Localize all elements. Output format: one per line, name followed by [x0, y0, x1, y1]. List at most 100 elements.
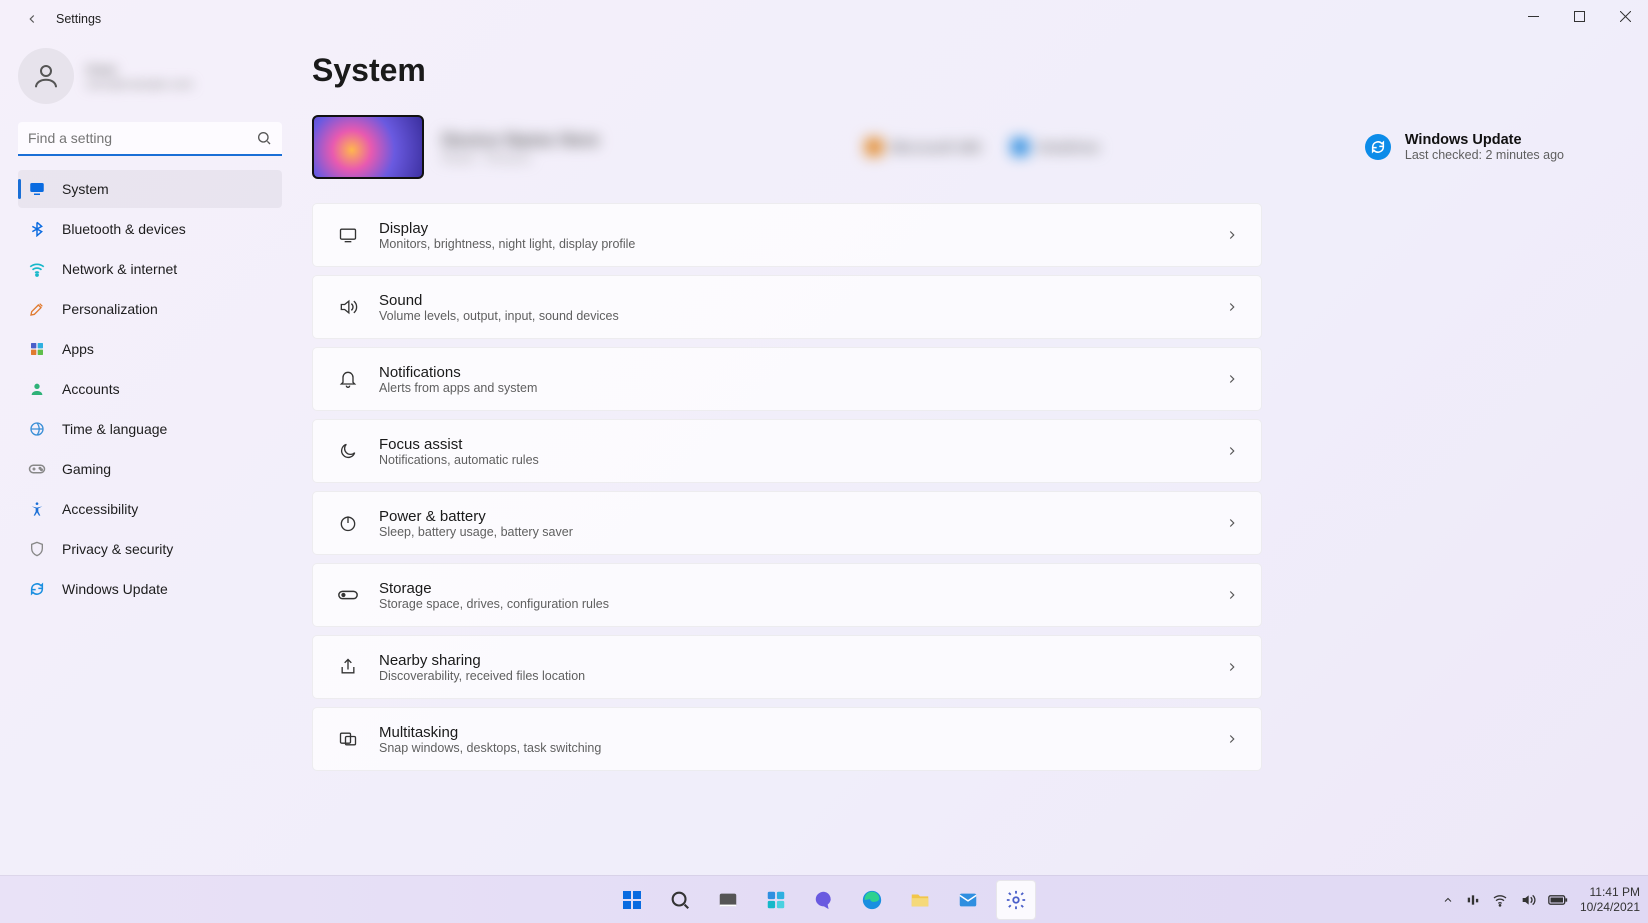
- multitask-icon: [331, 729, 365, 749]
- taskbar-taskview[interactable]: [708, 880, 748, 920]
- sidebar-item-bluetooth[interactable]: Bluetooth & devices: [18, 210, 282, 248]
- battery-icon[interactable]: [1548, 893, 1568, 907]
- setting-item-storage[interactable]: StorageStorage space, drives, configurat…: [312, 563, 1262, 627]
- device-info[interactable]: Device Name Here Model · Rename: [442, 130, 599, 165]
- windows-update-text: Windows Update Last checked: 2 minutes a…: [1405, 132, 1564, 162]
- windows-update-title: Windows Update: [1405, 132, 1564, 148]
- setting-item-notifications[interactable]: NotificationsAlerts from apps and system: [312, 347, 1262, 411]
- setting-item-power[interactable]: Power & batterySleep, battery usage, bat…: [312, 491, 1262, 555]
- update-icon: [28, 580, 46, 598]
- setting-item-text: Nearby sharingDiscoverability, received …: [379, 652, 585, 683]
- storage-icon: [331, 588, 365, 602]
- search-icon: [256, 130, 272, 146]
- account-email: user@example.com: [86, 77, 193, 91]
- brush-icon: [28, 300, 46, 318]
- taskbar-search[interactable]: [660, 880, 700, 920]
- device-thumbnail[interactable]: [312, 115, 424, 179]
- chevron-right-icon: [1225, 516, 1239, 530]
- sidebar-item-apps[interactable]: Apps: [18, 330, 282, 368]
- search-input[interactable]: [18, 122, 282, 156]
- setting-item-text: Power & batterySleep, battery usage, bat…: [379, 508, 573, 539]
- taskbar-settings[interactable]: [996, 880, 1036, 920]
- sidebar-item-time[interactable]: Time & language: [18, 410, 282, 448]
- start-icon: [620, 888, 644, 912]
- header-services: Microsoft 365 OneDrive: [617, 138, 1347, 156]
- chevron-right-icon: [1225, 732, 1239, 746]
- setting-item-desc: Snap windows, desktops, task switching: [379, 741, 601, 755]
- setting-item-text: NotificationsAlerts from apps and system: [379, 364, 537, 395]
- setting-item-sound[interactable]: SoundVolume levels, output, input, sound…: [312, 275, 1262, 339]
- account-name: User: [86, 61, 193, 77]
- volume-icon[interactable]: [1520, 892, 1536, 908]
- share-icon: [331, 657, 365, 677]
- onedrive-info[interactable]: OneDrive: [1011, 138, 1099, 156]
- setting-item-title: Storage: [379, 580, 609, 597]
- setting-item-title: Notifications: [379, 364, 537, 381]
- sidebar-item-label: Bluetooth & devices: [62, 221, 186, 237]
- sidebar-item-label: Windows Update: [62, 581, 168, 597]
- setting-item-focus[interactable]: Focus assistNotifications, automatic rul…: [312, 419, 1262, 483]
- mail-icon: [957, 889, 979, 911]
- setting-item-title: Display: [379, 220, 635, 237]
- setting-item-desc: Monitors, brightness, night light, displ…: [379, 237, 635, 251]
- accessibility-icon: [28, 500, 46, 518]
- sidebar-item-personalization[interactable]: Personalization: [18, 290, 282, 328]
- back-button[interactable]: [18, 5, 46, 33]
- chevron-right-icon: [1225, 444, 1239, 458]
- maximize-button[interactable]: [1556, 0, 1602, 32]
- taskbar-explorer[interactable]: [900, 880, 940, 920]
- sidebar-item-label: Time & language: [62, 421, 167, 437]
- windows-update-subtitle: Last checked: 2 minutes ago: [1405, 148, 1564, 162]
- gamepad-icon: [28, 460, 46, 478]
- settings-icon: [1005, 889, 1027, 911]
- sidebar-item-label: Privacy & security: [62, 541, 173, 557]
- sidebar-item-label: Accessibility: [62, 501, 138, 517]
- wifi-icon[interactable]: [1492, 892, 1508, 908]
- setting-item-desc: Notifications, automatic rules: [379, 453, 539, 467]
- edge-icon: [861, 889, 883, 911]
- task-view-icon: [717, 889, 739, 911]
- system-header-row: Device Name Here Model · Rename Microsof…: [312, 115, 1604, 179]
- sidebar-item-gaming[interactable]: Gaming: [18, 450, 282, 488]
- sidebar-item-network[interactable]: Network & internet: [18, 250, 282, 288]
- settings-item-list: DisplayMonitors, brightness, night light…: [312, 203, 1262, 771]
- system-tray: 11:41 PM 10/24/2021: [1442, 885, 1640, 914]
- setting-item-desc: Discoverability, received files location: [379, 669, 585, 683]
- setting-item-title: Power & battery: [379, 508, 573, 525]
- tray-chevron-up-icon[interactable]: [1442, 894, 1454, 906]
- taskbar-widgets[interactable]: [756, 880, 796, 920]
- window-title: Settings: [56, 12, 101, 26]
- sidebar-item-label: Gaming: [62, 461, 111, 477]
- setting-item-nearby[interactable]: Nearby sharingDiscoverability, received …: [312, 635, 1262, 699]
- shield-icon: [28, 540, 46, 558]
- setting-item-desc: Volume levels, output, input, sound devi…: [379, 309, 619, 323]
- taskbar-mail[interactable]: [948, 880, 988, 920]
- microsoft-365-info[interactable]: Microsoft 365: [865, 138, 981, 156]
- minimize-button[interactable]: [1510, 0, 1556, 32]
- setting-item-multitask[interactable]: MultitaskingSnap windows, desktops, task…: [312, 707, 1262, 771]
- setting-item-title: Multitasking: [379, 724, 601, 741]
- sidebar-item-update[interactable]: Windows Update: [18, 570, 282, 608]
- sidebar-item-accounts[interactable]: Accounts: [18, 370, 282, 408]
- taskbar-start[interactable]: [612, 880, 652, 920]
- clock-date: 10/24/2021: [1580, 900, 1640, 914]
- windows-update-shortcut[interactable]: Windows Update Last checked: 2 minutes a…: [1365, 132, 1564, 162]
- sidebar-item-accessibility[interactable]: Accessibility: [18, 490, 282, 528]
- sidebar-item-privacy[interactable]: Privacy & security: [18, 530, 282, 568]
- bell-icon: [331, 369, 365, 389]
- account-button[interactable]: User user@example.com: [18, 48, 282, 104]
- clock[interactable]: 11:41 PM 10/24/2021: [1580, 885, 1640, 914]
- setting-item-desc: Sleep, battery usage, battery saver: [379, 525, 573, 539]
- account-info: User user@example.com: [86, 61, 193, 91]
- sidebar-item-label: Apps: [62, 341, 94, 357]
- setting-item-display[interactable]: DisplayMonitors, brightness, night light…: [312, 203, 1262, 267]
- tray-app-icon[interactable]: [1466, 893, 1480, 907]
- taskbar-teams[interactable]: [804, 880, 844, 920]
- globe-clock-icon: [28, 420, 46, 438]
- widgets-icon: [765, 889, 787, 911]
- sidebar-item-system[interactable]: System: [18, 170, 282, 208]
- window-controls: [1510, 0, 1648, 32]
- chat-icon: [813, 889, 835, 911]
- taskbar-edge[interactable]: [852, 880, 892, 920]
- close-button[interactable]: [1602, 0, 1648, 32]
